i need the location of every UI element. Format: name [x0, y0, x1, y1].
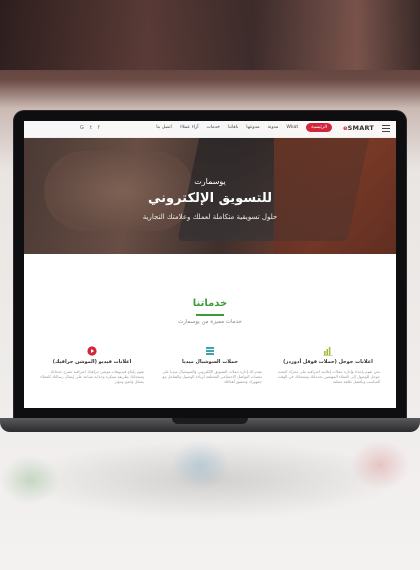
laptop-screen: eSMART الرئيسية Wkat مدونة مدونتها باقات… — [24, 121, 396, 408]
site-logo[interactable]: eSMART — [343, 124, 374, 132]
service-card-social-media[interactable]: حملات السوشيال ميديا نقدم لك إدارة حملات… — [158, 346, 262, 385]
top-navbar: eSMART الرئيسية Wkat مدونة مدونتها باقات… — [24, 121, 396, 138]
services-section: خدماتنا خدمات مميزة من يوسمارت اعلانات ج… — [24, 254, 396, 408]
nav-menu: الرئيسية Wkat مدونة مدونتها باقاتنا خدما… — [156, 123, 332, 132]
nav-item-packages[interactable]: باقاتنا — [228, 125, 238, 130]
laptop-notch — [172, 418, 248, 424]
service-card-title: اعلانات جوجل (حملات قوقل أدوردز) — [283, 359, 373, 365]
nav-item-services[interactable]: خدمات — [207, 125, 220, 130]
layers-icon — [206, 347, 214, 355]
service-card-title: اعلانات فيديو (الموشن جرافيك) — [52, 359, 132, 365]
nav-item-testimonials[interactable]: آراء عملاء — [180, 125, 199, 130]
services-title: خدماتنا — [192, 298, 228, 309]
google-plus-icon[interactable]: G — [80, 125, 84, 131]
hero-subtitle: يوسمارت — [194, 177, 226, 186]
hero-title: للتسويق الإلكتروني — [147, 191, 273, 206]
nav-item-home[interactable]: الرئيسية — [306, 123, 332, 132]
service-card-desc: نحن نقوم بإعداد وإدارة حملات إعلانية احت… — [277, 369, 380, 385]
laptop-frame: eSMART الرئيسية Wkat مدونة مدونتها باقات… — [14, 111, 406, 418]
facebook-icon[interactable]: f — [98, 125, 100, 131]
nav-item-wkat[interactable]: Wkat — [286, 125, 298, 130]
nav-item-blog[interactable]: مدونة — [268, 125, 279, 130]
hamburger-menu-icon[interactable] — [382, 125, 390, 132]
nav-item-contact[interactable]: اتصل بنا — [156, 125, 172, 130]
service-card-motion-video[interactable]: اعلانات فيديو (الموشن جرافيك) نقوم بإنتا… — [40, 346, 144, 385]
social-links: G t f — [80, 125, 100, 131]
bar-chart-icon — [323, 347, 333, 356]
service-card-title: حملات السوشيال ميديا — [181, 359, 239, 365]
service-card-desc: نقدم لك إدارة حملات التسويق الإلكتروني و… — [162, 369, 262, 385]
services-subtitle: خدمات مميزة من يوسمارت — [178, 319, 242, 325]
service-card-desc: نقوم بإنتاج فيديوهات موشن جرافيك احترافي… — [40, 369, 144, 385]
hero-banner: eSMART الرئيسية Wkat مدونة مدونتها باقات… — [24, 121, 396, 254]
play-icon — [87, 346, 97, 356]
service-card-google-ads[interactable]: اعلانات جوجل (حملات قوقل أدوردز) نحن نقو… — [276, 346, 380, 385]
hero-tagline: حلول تسويقية متكاملة لعملك وعلامتك التجا… — [142, 213, 278, 221]
title-underline — [196, 314, 224, 316]
twitter-icon[interactable]: t — [90, 125, 92, 131]
nav-item-blogs[interactable]: مدونتها — [246, 125, 259, 130]
